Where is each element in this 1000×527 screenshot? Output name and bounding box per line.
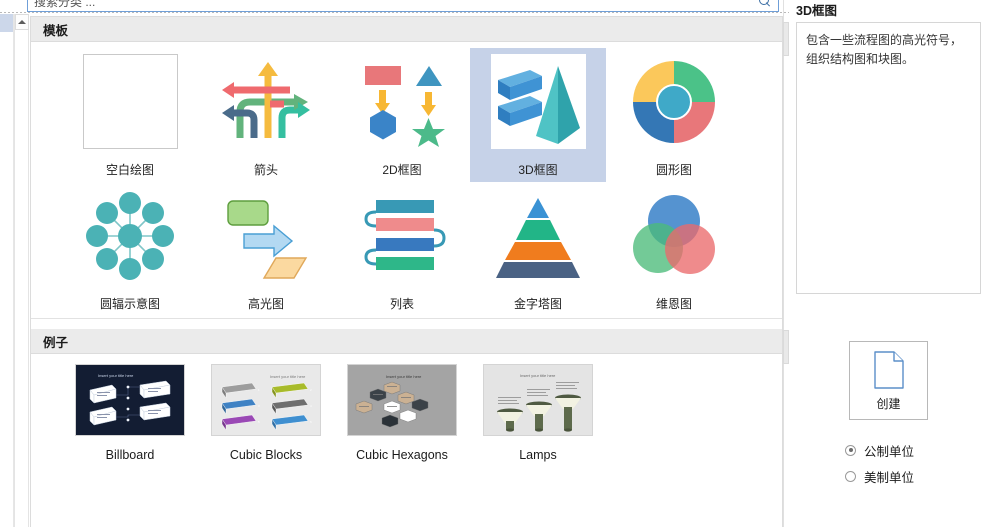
scroll-up-button[interactable] xyxy=(15,14,29,30)
template-gallery-dialog: 搜索分类 ... 模板 空白绘图 箭头 2D框图 3D框图 圆形图 圆辐示意图 … xyxy=(0,0,1000,527)
template-label: 金字塔图 xyxy=(513,297,562,311)
template-label: 2D框图 xyxy=(382,163,422,177)
cubic-blocks-thumbnail: Insert your title here 12 3 4 5 6 xyxy=(211,364,321,436)
create-button-label: 创建 xyxy=(876,396,901,411)
template-label: 圆辐示意图 xyxy=(99,297,160,311)
vertical-scrollbar[interactable] xyxy=(14,14,29,527)
example-item-cubic-blocks[interactable]: Insert your title here 12 3 4 5 6 Cubic … xyxy=(198,364,334,462)
category-rail[interactable] xyxy=(0,14,14,527)
right-panel-divider xyxy=(783,0,784,527)
venn-icon xyxy=(633,194,715,274)
list-thumbnail xyxy=(354,188,450,283)
example-item-cubic-hexagons[interactable]: Insert your title here Cubic Hexagons xyxy=(334,364,470,462)
template-item-pyramid[interactable]: 金字塔图 xyxy=(470,182,606,316)
examples-section-header: 例子 xyxy=(31,329,782,354)
template-label: 维恩图 xyxy=(655,297,692,311)
details-description: 包含一些流程图的高光符号，组织结构图和块图。 xyxy=(796,22,981,294)
details-title: 3D框图 xyxy=(796,4,837,18)
template-label: 高光图 xyxy=(247,297,284,311)
cubic-hexagons-thumbnail: Insert your title here xyxy=(347,364,457,436)
cubic-blocks-preview-icon: Insert your title here 12 3 4 5 6 xyxy=(212,365,320,435)
templates-row-1: 空白绘图 箭头 2D框图 3D框图 圆形图 xyxy=(31,48,782,182)
billboard-thumbnail: Insert your title here xyxy=(75,364,185,436)
lamps-preview-icon: Insert your title here xyxy=(484,365,592,435)
templates-section-title: 模板 xyxy=(43,23,69,38)
examples-section-title: 例子 xyxy=(43,335,69,350)
block-2d-icon xyxy=(365,65,445,147)
template-item-list[interactable]: 列表 xyxy=(334,182,470,316)
templates-section-header: 模板 xyxy=(31,17,782,42)
block-3d-icon xyxy=(498,65,580,144)
template-item-3d-block[interactable]: 3D框图 xyxy=(470,48,606,182)
highlight-thumbnail xyxy=(218,188,314,283)
radio-indicator xyxy=(845,444,856,456)
arrows-icon xyxy=(222,61,310,138)
svg-text:Insert your title here: Insert your title here xyxy=(98,373,134,378)
svg-text:Insert your title here: Insert your title here xyxy=(520,373,556,378)
radio-label: 公制单位 xyxy=(864,444,915,459)
search-input-text: 搜索分类 ... xyxy=(34,0,96,9)
template-item-circular[interactable]: 圆形图 xyxy=(606,48,742,182)
template-label: 3D框图 xyxy=(518,163,558,177)
venn-thumbnail xyxy=(626,188,722,283)
create-button[interactable]: 创建 xyxy=(849,341,928,420)
details-panel: 3D框图 包含一些流程图的高光符号，组织结构图和块图。 创建 公制单位 美制单位 xyxy=(789,0,1000,527)
template-label: 箭头 xyxy=(253,163,278,177)
cubic-hexagons-preview-icon: Insert your title here xyxy=(348,365,456,435)
templates-divider xyxy=(31,318,782,319)
arrows-thumbnail xyxy=(218,54,314,149)
radial-spoke-icon xyxy=(86,191,174,280)
radio-indicator xyxy=(845,470,856,482)
templates-body: 空白绘图 箭头 2D框图 3D框图 圆形图 圆辐示意图 高光图 列表 金字塔图 … xyxy=(31,42,782,329)
radio-metric-units[interactable]: 公制单位 xyxy=(845,437,914,463)
template-item-2d-block[interactable]: 2D框图 xyxy=(334,48,470,182)
template-item-blank-drawing[interactable]: 空白绘图 xyxy=(62,48,198,182)
template-label: 空白绘图 xyxy=(105,163,154,177)
template-label: 圆形图 xyxy=(655,163,692,177)
examples-body: Insert your title here Billboard Insert … xyxy=(31,354,782,462)
highlight-icon xyxy=(227,199,308,279)
billboard-preview-icon: Insert your title here xyxy=(76,365,184,435)
lamps-thumbnail: Insert your title here xyxy=(483,364,593,436)
example-label: Lamps xyxy=(519,448,557,462)
template-item-venn[interactable]: 维恩图 xyxy=(606,182,742,316)
examples-row-1: Insert your title here Billboard Insert … xyxy=(31,364,782,462)
example-item-billboard[interactable]: Insert your title here Billboard xyxy=(62,364,198,462)
svg-text:Insert your title here: Insert your title here xyxy=(386,374,422,379)
gallery-panel: 模板 空白绘图 箭头 2D框图 3D框图 圆形图 圆辐示意图 高光图 列表 金字… xyxy=(30,16,783,527)
example-label: Cubic Blocks xyxy=(229,448,303,462)
new-document-icon xyxy=(873,350,904,389)
units-radio-group: 公制单位 美制单位 xyxy=(845,437,914,489)
template-item-arrows[interactable]: 箭头 xyxy=(198,48,334,182)
templates-row-2: 圆辐示意图 高光图 列表 金字塔图 维恩图 xyxy=(31,182,782,316)
example-item-lamps[interactable]: Insert your title here Lamps xyxy=(470,364,606,462)
pyramid-icon xyxy=(496,197,580,278)
circular-thumbnail xyxy=(626,54,722,149)
template-label: 列表 xyxy=(389,297,414,311)
radial-spoke-thumbnail xyxy=(82,188,178,283)
example-label: Billboard xyxy=(105,448,155,462)
radio-us-units[interactable]: 美制单位 xyxy=(845,463,914,489)
template-item-radial-spoke[interactable]: 圆辐示意图 xyxy=(62,182,198,316)
category-rail-selected-marker xyxy=(0,14,13,32)
search-icon[interactable] xyxy=(759,0,772,8)
svg-text:Insert your title here: Insert your title here xyxy=(270,374,306,379)
block-2d-thumbnail xyxy=(354,54,450,149)
search-input[interactable]: 搜索分类 ... xyxy=(27,0,779,12)
example-label: Cubic Hexagons xyxy=(356,448,448,462)
pyramid-thumbnail xyxy=(490,188,586,283)
caret-up-icon xyxy=(18,20,26,24)
circular-icon xyxy=(633,60,715,143)
list-icon xyxy=(364,199,446,270)
template-item-highlight[interactable]: 高光图 xyxy=(198,182,334,316)
blank-drawing-thumbnail xyxy=(82,54,178,149)
radio-label: 美制单位 xyxy=(864,470,915,485)
block-3d-thumbnail xyxy=(490,54,586,149)
